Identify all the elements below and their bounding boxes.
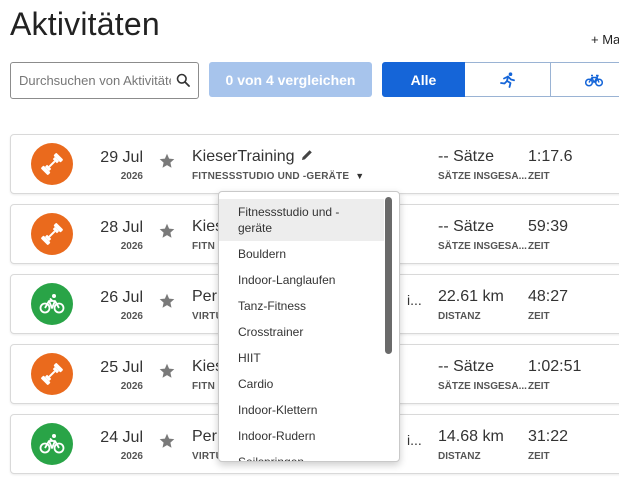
activity-name-overflow: i...	[407, 432, 422, 448]
activity-name[interactable]: Per	[192, 288, 217, 306]
metric-label: SÄTZE INSGESA...	[438, 381, 527, 392]
dropdown-option[interactable]: Cardio	[219, 371, 384, 397]
dropdown-option[interactable]: Bouldern	[219, 241, 384, 267]
metric-label: SÄTZE INSGESA...	[438, 171, 527, 182]
cycling-icon	[31, 423, 73, 465]
add-manual-activity-button[interactable]: + Ma	[591, 32, 619, 47]
activity-year: 2026	[120, 241, 143, 252]
activity-type-dropdown[interactable]: Fitnessstudio und -geräte Bouldern Indoo…	[218, 191, 400, 462]
page-title: Aktivitäten	[10, 6, 160, 42]
filter-running-button[interactable]	[465, 62, 551, 97]
activity-year: 2026	[120, 311, 143, 322]
dropdown-option[interactable]: Tanz-Fitness	[219, 293, 384, 319]
cycling-icon	[31, 283, 73, 325]
strength-icon	[31, 213, 73, 255]
activity-name[interactable]: Per	[192, 428, 217, 446]
cycling-icon	[584, 74, 603, 87]
metric-value: -- Sätze	[438, 148, 495, 165]
filter-all-button[interactable]: Alle	[382, 62, 465, 97]
activity-type-options: Fitnessstudio und -geräte Bouldern Indoo…	[219, 192, 399, 461]
search-icon[interactable]	[176, 73, 190, 87]
time-label: ZEIT	[528, 451, 550, 462]
dropdown-option[interactable]: Indoor-Klettern	[219, 397, 384, 423]
time-value: 48:27	[528, 288, 569, 305]
dropdown-option[interactable]: Indoor-Langlaufen	[219, 267, 384, 293]
activity-name[interactable]: KieserTraining	[192, 148, 313, 166]
search-input[interactable]	[11, 63, 171, 98]
dropdown-option[interactable]: HIIT	[219, 345, 384, 371]
running-icon	[499, 71, 515, 88]
dropdown-option[interactable]: Crosstrainer	[219, 319, 384, 345]
activity-type-label[interactable]: FITNESSSTUDIO UND -GERÄTE	[192, 171, 349, 182]
time-label: ZEIT	[528, 241, 550, 252]
dropdown-option[interactable]: Indoor-Rudern	[219, 423, 384, 449]
star-icon[interactable]	[159, 433, 175, 449]
time-value: 1:02:51	[528, 358, 582, 375]
dropdown-option[interactable]: Fitnessstudio und -geräte	[219, 199, 384, 241]
activity-type-label[interactable]: FITN	[192, 241, 215, 252]
strength-icon	[31, 143, 73, 185]
activity-type-label[interactable]: FITN	[192, 381, 215, 392]
distance-value: 22.61 km	[438, 288, 504, 305]
activity-year: 2026	[120, 451, 143, 462]
time-value: 31:22	[528, 428, 569, 445]
activity-date: 29 Jul	[100, 149, 143, 166]
activity-date: 26 Jul	[100, 289, 143, 306]
star-icon[interactable]	[159, 223, 175, 239]
metric-label: SÄTZE INSGESA...	[438, 241, 527, 252]
activity-year: 2026	[120, 171, 143, 182]
time-label: ZEIT	[528, 311, 550, 322]
activity-date: 25 Jul	[100, 359, 143, 376]
time-value: 1:17.6	[528, 148, 573, 165]
star-icon[interactable]	[159, 293, 175, 309]
activity-name-text[interactable]: KieserTraining	[192, 148, 295, 165]
star-icon[interactable]	[159, 153, 175, 169]
activity-date: 28 Jul	[100, 219, 143, 236]
metric-value: -- Sätze	[438, 218, 495, 235]
activity-row[interactable]: 29 Jul 2026 KieserTraining FITNESSSTUDIO…	[10, 134, 619, 194]
dropdown-option[interactable]: Seilspringen	[219, 449, 384, 461]
filter-cycling-button[interactable]	[551, 62, 619, 97]
distance-value: 14.68 km	[438, 428, 504, 445]
activity-name-overflow: i...	[407, 292, 422, 308]
time-label: ZEIT	[528, 381, 550, 392]
activity-date: 24 Jul	[100, 429, 143, 446]
chevron-down-icon[interactable]: ▼	[355, 171, 364, 181]
search-box[interactable]	[10, 62, 199, 99]
distance-label: DISTANZ	[438, 451, 481, 462]
pencil-icon[interactable]	[301, 149, 313, 161]
activity-year: 2026	[120, 381, 143, 392]
time-value: 59:39	[528, 218, 569, 235]
star-icon[interactable]	[159, 363, 175, 379]
activity-type-filter: Alle	[382, 62, 619, 97]
activity-type-selector[interactable]: FITNESSSTUDIO UND -GERÄTE ▼	[192, 171, 364, 182]
dropdown-scrollbar[interactable]	[385, 197, 392, 354]
time-label: ZEIT	[528, 171, 550, 182]
metric-value: -- Sätze	[438, 358, 495, 375]
strength-icon	[31, 353, 73, 395]
distance-label: DISTANZ	[438, 311, 481, 322]
compare-button[interactable]: 0 von 4 vergleichen	[209, 62, 372, 97]
